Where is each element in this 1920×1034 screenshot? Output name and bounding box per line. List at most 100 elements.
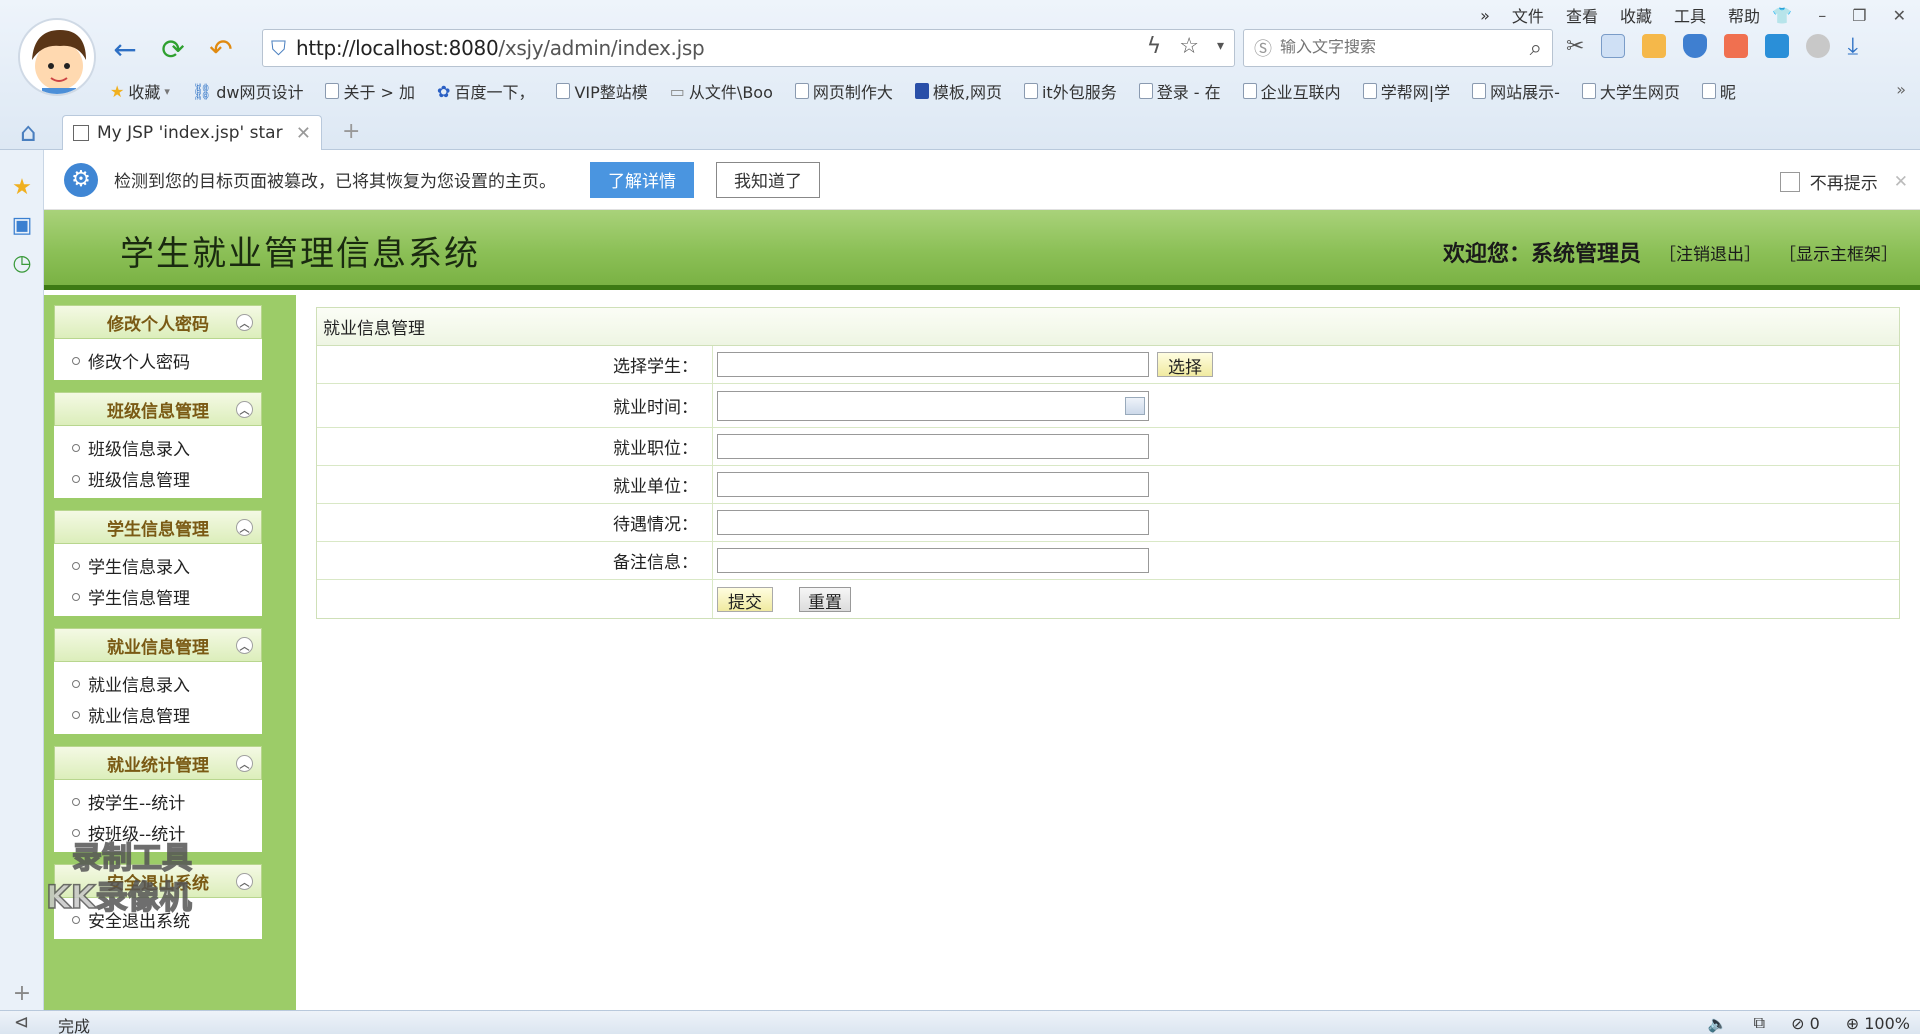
- menu-item-exit[interactable]: 安全退出系统: [54, 904, 262, 935]
- menu-item-student-manage[interactable]: 学生信息管理: [54, 581, 262, 612]
- user-avatar[interactable]: [18, 18, 96, 96]
- lightning-icon[interactable]: ϟ: [1147, 34, 1162, 59]
- student-input[interactable]: [717, 352, 1149, 377]
- menu-item-student-entry[interactable]: 学生信息录入: [54, 550, 262, 581]
- collapse-icon[interactable]: ︿: [236, 519, 253, 536]
- menu-item-employment-entry[interactable]: 就业信息录入: [54, 668, 262, 699]
- tab-active[interactable]: My JSP 'index.jsp' star ✕: [62, 115, 322, 150]
- security-shield-icon[interactable]: [1683, 34, 1708, 58]
- menu-item-employment-manage[interactable]: 就业信息管理: [54, 699, 262, 730]
- bookmark-item[interactable]: 学帮网|学: [1362, 79, 1450, 103]
- bookmark-item[interactable]: 大学生网页: [1581, 79, 1680, 103]
- bookmarks-more[interactable]: »: [1896, 80, 1906, 99]
- reading-icon[interactable]: ▣: [9, 212, 35, 238]
- bookmark-item[interactable]: ✿ 百度一下，: [437, 79, 534, 103]
- bookmark-item[interactable]: 登录 - 在: [1138, 79, 1221, 103]
- got-it-button[interactable]: 我知道了: [716, 161, 820, 198]
- bookmark-item[interactable]: ▭ 从文件\Boo: [670, 79, 773, 103]
- dont-show-checkbox[interactable]: [1779, 171, 1800, 192]
- skin-icon[interactable]: 👕: [1772, 6, 1792, 25]
- bookmark-item[interactable]: 企业互联内: [1242, 79, 1341, 103]
- search-icon[interactable]: ⌕: [1530, 36, 1542, 61]
- menu-favorites[interactable]: 收藏: [1620, 3, 1652, 27]
- menu-head[interactable]: 学生信息管理 ︿: [54, 510, 262, 544]
- bookmark-item[interactable]: 昵: [1701, 79, 1736, 103]
- learn-more-button[interactable]: 了解详情: [590, 161, 694, 198]
- search-box[interactable]: Ⓢ ⌕: [1243, 29, 1553, 67]
- remarks-input[interactable]: [717, 548, 1149, 573]
- menu-item-stats-by-student[interactable]: 按学生--统计: [54, 786, 262, 817]
- close-window-icon[interactable]: ✕: [1893, 6, 1906, 25]
- collapse-icon[interactable]: ︿: [236, 755, 253, 772]
- menu-item-stats-by-class[interactable]: 按班级--统计: [54, 817, 262, 848]
- back-arrow-icon[interactable]: ←: [108, 32, 142, 66]
- undo-close-icon[interactable]: ↶: [204, 32, 238, 66]
- notes-icon[interactable]: [1642, 34, 1667, 58]
- adblock-count[interactable]: ⊘ 0: [1791, 1014, 1820, 1033]
- address-url[interactable]: http://localhost:8080/xsjy/admin/index.j…: [296, 36, 705, 60]
- chat-icon[interactable]: [1806, 34, 1831, 58]
- toolbox-icon[interactable]: ⧉: [1754, 1013, 1765, 1033]
- zoom-level[interactable]: ⊕ 100%: [1846, 1014, 1910, 1033]
- menu-item-class-manage[interactable]: 班级信息管理: [54, 463, 262, 494]
- menu-head[interactable]: 修改个人密码 ︿: [54, 305, 262, 339]
- menu-tools[interactable]: 工具: [1674, 3, 1706, 27]
- collapse-icon[interactable]: ︿: [236, 637, 253, 654]
- menu-item-class-entry[interactable]: 班级信息录入: [54, 432, 262, 463]
- bookmark-item[interactable]: 模板,网页: [914, 79, 1002, 103]
- download-icon[interactable]: ⤓: [1847, 32, 1858, 60]
- scissors-icon[interactable]: ✂: [1566, 34, 1584, 59]
- salary-input[interactable]: [717, 510, 1149, 535]
- status-bar: ⊲ 完成 🔈 ⧉ ⊘ 0 ⊕ 100%: [0, 1010, 1920, 1034]
- game-icon[interactable]: [1724, 34, 1749, 58]
- close-tab-icon[interactable]: ✕: [296, 123, 311, 144]
- menu-head[interactable]: 安全退出系统 ︿: [54, 864, 262, 898]
- search-engine-icon[interactable]: Ⓢ: [1254, 35, 1272, 61]
- page-icon: [794, 83, 809, 99]
- collapse-icon[interactable]: ︿: [236, 401, 253, 418]
- search-input[interactable]: [1280, 39, 1530, 57]
- calendar-icon[interactable]: [1125, 396, 1145, 415]
- employment-date-input[interactable]: [717, 390, 1149, 421]
- bookmark-item[interactable]: 网页制作大: [794, 79, 893, 103]
- bookmark-item[interactable]: it外包服务: [1023, 79, 1117, 103]
- collapse-icon[interactable]: ︿: [236, 873, 253, 890]
- bookmark-item[interactable]: VIP整站模: [556, 79, 648, 103]
- select-student-button[interactable]: 选择: [1157, 352, 1213, 378]
- show-frame-link[interactable]: ［显示主框架］: [1779, 240, 1898, 265]
- translate-icon[interactable]: [1765, 34, 1790, 58]
- new-tab-button[interactable]: +: [342, 119, 360, 144]
- add-icon[interactable]: +: [9, 980, 35, 1006]
- restore-icon[interactable]: ❐: [1852, 6, 1866, 25]
- menu-head[interactable]: 班级信息管理 ︿: [54, 392, 262, 426]
- bookmark-item[interactable]: 关于 > 加: [325, 79, 415, 103]
- menu-help[interactable]: 帮助: [1728, 3, 1760, 27]
- logout-link[interactable]: ［注销退出］: [1659, 240, 1761, 265]
- refresh-icon[interactable]: ⟳: [156, 32, 190, 66]
- screenshot-icon[interactable]: [1601, 34, 1626, 58]
- company-input[interactable]: [717, 472, 1149, 497]
- menu-head[interactable]: 就业统计管理 ︿: [54, 746, 262, 780]
- reset-button[interactable]: 重置: [799, 586, 851, 613]
- chevron-down-icon[interactable]: ▾: [1217, 38, 1224, 59]
- home-icon[interactable]: ⌂: [20, 118, 37, 148]
- sidebar-toggle-icon[interactable]: ⊲: [14, 1012, 29, 1033]
- history-clock-icon[interactable]: ◷: [9, 250, 35, 276]
- position-input[interactable]: [717, 434, 1149, 459]
- menu-head[interactable]: 就业信息管理 ︿: [54, 628, 262, 662]
- menu-view[interactable]: 查看: [1566, 3, 1598, 27]
- address-bar[interactable]: ⛉ http://localhost:8080/xsjy/admin/index…: [262, 29, 1235, 67]
- minimize-icon[interactable]: –: [1818, 6, 1826, 25]
- favorites-star-icon[interactable]: ★: [9, 174, 35, 200]
- bookmark-item[interactable]: 网站展示-: [1472, 79, 1560, 103]
- menu-item-change-password[interactable]: 修改个人密码: [54, 345, 262, 376]
- collapse-icon[interactable]: ︿: [236, 314, 253, 331]
- menu-more[interactable]: »: [1480, 6, 1490, 25]
- speaker-icon[interactable]: 🔈: [1708, 1014, 1728, 1033]
- submit-button[interactable]: 提交: [717, 586, 773, 613]
- bookmark-favorites[interactable]: ★ 收藏 ▾: [110, 79, 170, 103]
- menu-file[interactable]: 文件: [1512, 3, 1544, 27]
- close-notification-icon[interactable]: ✕: [1894, 172, 1908, 192]
- star-icon[interactable]: ☆: [1179, 34, 1199, 59]
- bookmark-item[interactable]: ⛓ dw网页设计: [192, 79, 304, 103]
